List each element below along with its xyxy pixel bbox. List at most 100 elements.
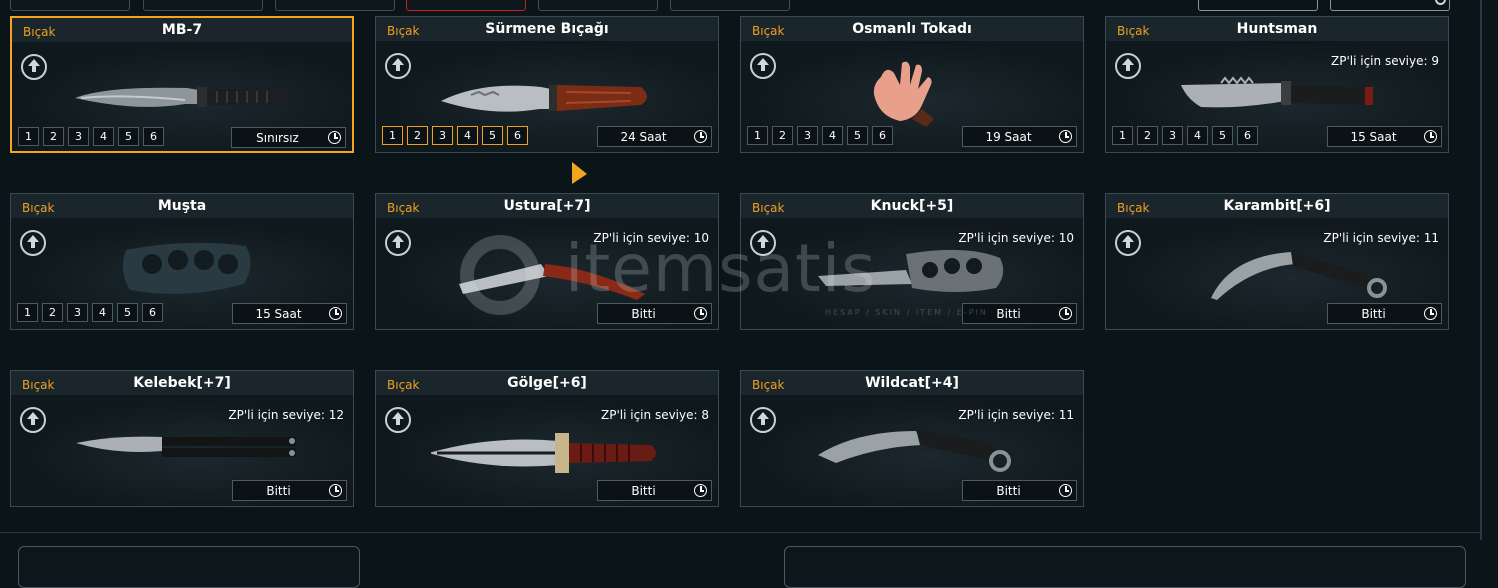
upgrade-arrow-icon[interactable] <box>385 230 411 256</box>
level-3-button[interactable]: 3 <box>432 126 453 145</box>
level-2-button[interactable]: 2 <box>42 303 63 322</box>
upgrade-arrow-icon[interactable] <box>1115 230 1141 256</box>
level-1-button[interactable]: 1 <box>747 126 768 145</box>
level-1-button[interactable]: 1 <box>18 127 39 146</box>
upgrade-arrow-icon[interactable] <box>750 230 776 256</box>
weapon-card-kelebek[interactable]: Bıçak Kelebek[+7] ZP'li için seviye: 12 … <box>10 370 354 507</box>
weapon-card-golge[interactable]: Bıçak Gölge[+6] ZP'li için seviye: 8 Bit… <box>375 370 719 507</box>
level-3-button[interactable]: 3 <box>1162 126 1183 145</box>
level-4-button[interactable]: 4 <box>1187 126 1208 145</box>
duration-selector[interactable]: 24 Saat <box>597 126 712 147</box>
duration-label: Bitti <box>996 484 1021 498</box>
card-header: Bıçak Gölge[+6] <box>376 371 718 395</box>
level-4-button[interactable]: 4 <box>92 303 113 322</box>
level-1-button[interactable]: 1 <box>1112 126 1133 145</box>
top-tab-3[interactable] <box>275 0 395 11</box>
upgrade-arrow-icon[interactable] <box>750 53 776 79</box>
weapon-card-huntsman[interactable]: Bıçak Huntsman ZP'li için seviye: 9 1 2 … <box>1105 16 1449 153</box>
weapon-card-surmene[interactable]: Bıçak Sürmene Bıçağı 1 2 3 4 5 6 24 Saat <box>375 16 719 153</box>
level-3-button[interactable]: 3 <box>797 126 818 145</box>
card-title: Ustura[+7] <box>503 198 591 214</box>
duration-selector[interactable]: 15 Saat <box>232 303 347 324</box>
bottom-panel-right <box>784 546 1466 588</box>
weapon-card-musta[interactable]: Bıçak Muşta 1 2 3 4 5 6 15 Saat <box>10 193 354 330</box>
knife-mb7-icon <box>75 87 285 107</box>
level-selector: 1 2 3 4 5 6 <box>382 126 528 145</box>
level-6-button[interactable]: 6 <box>872 126 893 145</box>
card-title: Muşta <box>157 198 207 214</box>
knife-surmene-icon <box>441 85 647 112</box>
duration-label: 15 Saat <box>255 307 302 321</box>
scrollbar-track[interactable] <box>1480 0 1482 540</box>
razor-icon <box>459 264 645 300</box>
duration-label: Bitti <box>996 307 1021 321</box>
level-6-button[interactable]: 6 <box>142 303 163 322</box>
hand-slap-icon <box>873 61 934 127</box>
weapon-card-ustura[interactable]: Bıçak Ustura[+7] ZP'li için seviye: 10 B… <box>375 193 719 330</box>
duration-selector[interactable]: Bitti <box>962 303 1077 324</box>
upgrade-arrow-icon[interactable] <box>385 407 411 433</box>
upgrade-arrow-icon[interactable] <box>21 54 47 80</box>
duration-label: 24 Saat <box>620 130 667 144</box>
top-filter-box[interactable] <box>1198 0 1318 11</box>
duration-selector[interactable]: Bitti <box>232 480 347 501</box>
level-5-button[interactable]: 5 <box>117 303 138 322</box>
level-5-button[interactable]: 5 <box>1212 126 1233 145</box>
level-1-button[interactable]: 1 <box>382 126 403 145</box>
knife-huntsman-icon <box>1181 76 1373 108</box>
clock-icon <box>1424 307 1437 320</box>
duration-selector[interactable]: 15 Saat <box>1327 126 1442 147</box>
upgrade-arrow-icon[interactable] <box>1115 53 1141 79</box>
level-selector: 1 2 3 4 5 6 <box>17 303 163 322</box>
duration-selector[interactable]: 19 Saat <box>962 126 1077 147</box>
top-tab-6[interactable] <box>670 0 790 11</box>
level-6-button[interactable]: 6 <box>507 126 528 145</box>
clock-icon <box>694 484 707 497</box>
duration-selector[interactable]: Bitti <box>597 303 712 324</box>
level-5-button[interactable]: 5 <box>847 126 868 145</box>
level-2-button[interactable]: 2 <box>1137 126 1158 145</box>
level-selector: 1 2 3 4 5 6 <box>1112 126 1258 145</box>
level-4-button[interactable]: 4 <box>457 126 478 145</box>
level-2-button[interactable]: 2 <box>772 126 793 145</box>
weapon-card-knuck[interactable]: Bıçak Knuck[+5] ZP'li için seviye: 10 Bi… <box>740 193 1084 330</box>
upgrade-arrow-icon[interactable] <box>20 230 46 256</box>
level-3-button[interactable]: 3 <box>68 127 89 146</box>
duration-selector[interactable]: Sınırsız <box>231 127 346 148</box>
card-title: Gölge[+6] <box>507 375 587 391</box>
level-4-button[interactable]: 4 <box>822 126 843 145</box>
level-6-button[interactable]: 6 <box>1237 126 1258 145</box>
butterfly-knife-icon <box>76 436 296 457</box>
card-title: Osmanlı Tokadı <box>852 21 972 37</box>
upgrade-arrow-icon[interactable] <box>385 53 411 79</box>
duration-selector[interactable]: Bitti <box>597 480 712 501</box>
weapon-card-karambit[interactable]: Bıçak Karambit[+6] ZP'li için seviye: 11… <box>1105 193 1449 330</box>
level-5-button[interactable]: 5 <box>118 127 139 146</box>
level-4-button[interactable]: 4 <box>93 127 114 146</box>
weapon-card-mb7[interactable]: Bıçak MB-7 1 2 3 4 5 6 Sınırsız <box>10 16 354 153</box>
level-3-button[interactable]: 3 <box>67 303 88 322</box>
duration-selector[interactable]: Bitti <box>1327 303 1442 324</box>
upgrade-arrow-icon[interactable] <box>20 407 46 433</box>
weapon-card-wildcat[interactable]: Bıçak Wildcat[+4] ZP'li için seviye: 11 … <box>740 370 1084 507</box>
top-tab-1[interactable] <box>10 0 130 11</box>
mouse-cursor-icon <box>572 162 587 184</box>
card-header: Bıçak MB-7 <box>12 18 352 42</box>
top-tab-2[interactable] <box>143 0 263 11</box>
level-5-button[interactable]: 5 <box>482 126 503 145</box>
upgrade-arrow-icon[interactable] <box>750 407 776 433</box>
weapon-card-osmanli-tokadi[interactable]: Bıçak Osmanlı Tokadı 1 2 3 4 5 6 19 Saat <box>740 16 1084 153</box>
bottom-panel-left <box>18 546 360 588</box>
level-2-button[interactable]: 2 <box>43 127 64 146</box>
search-input[interactable] <box>1330 0 1450 11</box>
card-title: Sürmene Bıçağı <box>485 21 609 37</box>
top-tab-active[interactable] <box>406 0 526 11</box>
level-1-button[interactable]: 1 <box>17 303 38 322</box>
card-title: Wildcat[+4] <box>865 375 959 391</box>
level-6-button[interactable]: 6 <box>143 127 164 146</box>
brass-knuckles-icon <box>122 242 251 294</box>
duration-selector[interactable]: Bitti <box>962 480 1077 501</box>
top-tab-5[interactable] <box>538 0 658 11</box>
level-2-button[interactable]: 2 <box>407 126 428 145</box>
card-header: Bıçak Muşta <box>11 194 353 218</box>
